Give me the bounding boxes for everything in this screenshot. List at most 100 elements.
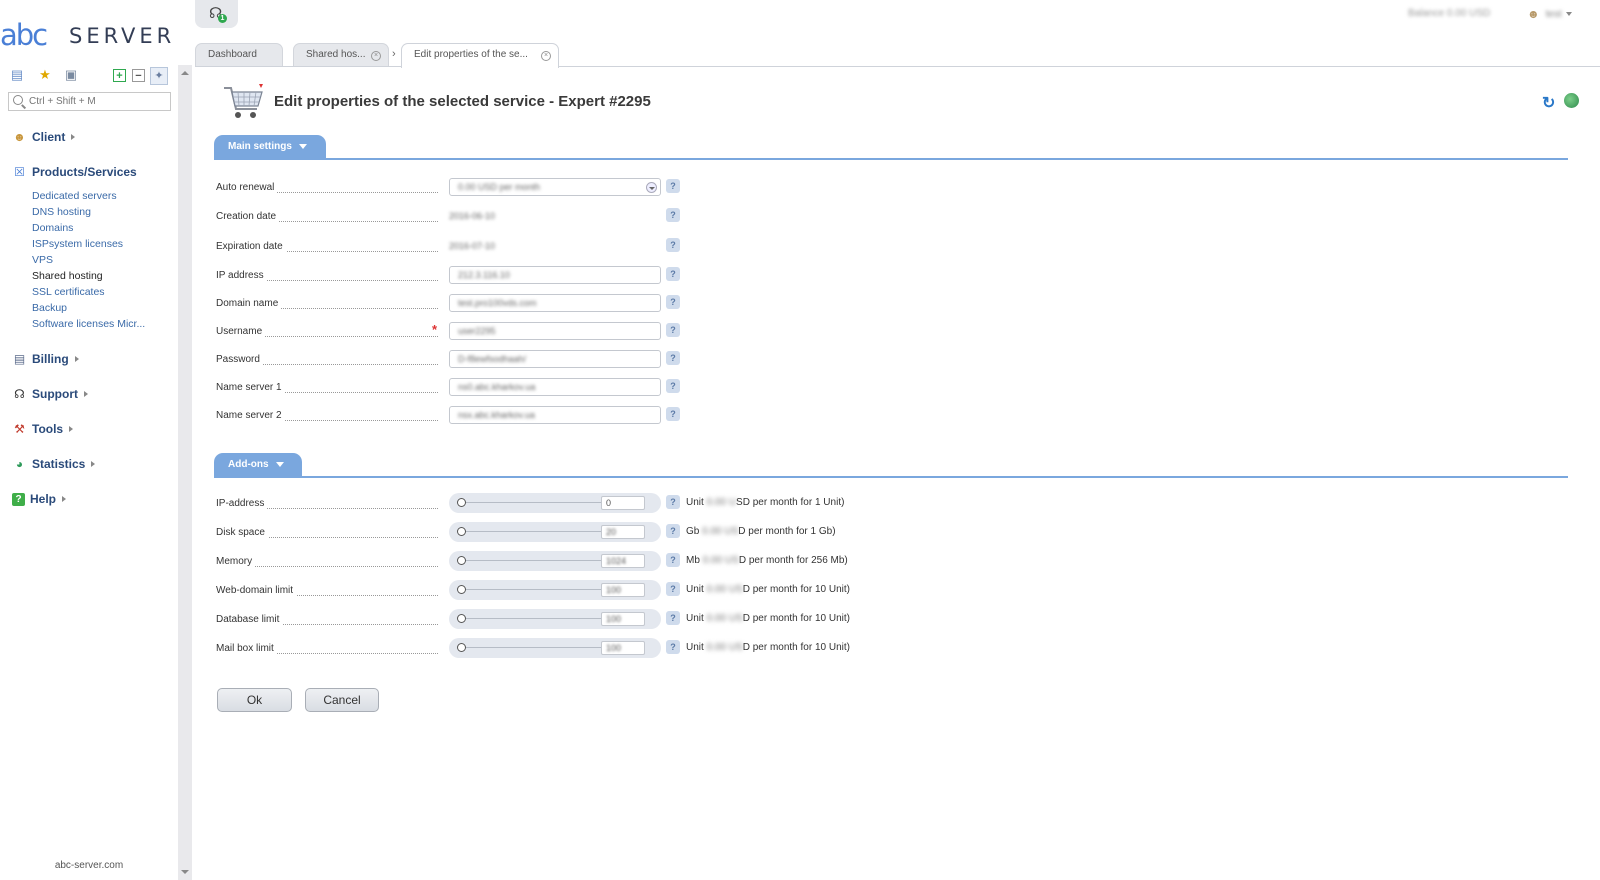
username-input[interactable]: user2295 (449, 322, 661, 340)
input-value: ns0.abc.kharkov.ua (458, 382, 536, 392)
sidebar-group-tools[interactable]: ⚒ Tools (12, 420, 74, 438)
help-button[interactable]: ? (666, 351, 680, 365)
notifications-button[interactable]: ☊ 1 (195, 0, 238, 28)
sidebar-item-domains[interactable]: Domains (32, 221, 73, 235)
disk-space-quantity-input[interactable]: 20 (601, 525, 645, 539)
user-menu[interactable]: ☻ test (1527, 6, 1572, 22)
favorites-star-icon[interactable]: ★ (37, 67, 53, 83)
tab-separator-chevron-icon: › (392, 48, 396, 60)
creation-date-value: 2016-06-10 (449, 211, 496, 221)
scroll-down-icon[interactable] (181, 870, 189, 874)
cancel-button[interactable]: Cancel (305, 688, 379, 712)
password-input[interactable]: D-f8ewfsodhaah/ (449, 350, 661, 368)
globe-icon[interactable] (1564, 93, 1579, 108)
help-button[interactable]: ? (666, 295, 680, 309)
help-button[interactable]: ? (666, 582, 680, 596)
chevron-down-icon (298, 143, 307, 149)
sidebar-group-support[interactable]: ☊ Support (12, 385, 88, 403)
mail-box-limit-quantity-input[interactable]: 100 (601, 641, 645, 655)
sidebar-group-help[interactable]: ? Help (12, 490, 67, 508)
ip-address-quantity-input[interactable]: 0 (601, 496, 645, 510)
help-button[interactable]: ? (666, 267, 680, 281)
expiration-date-value: 2016-07-10 (449, 241, 496, 251)
desc-hidden-price: 0.00 US (706, 584, 743, 595)
tab-close-icon[interactable]: × (541, 51, 551, 61)
memory-quantity-input[interactable]: 1024 (601, 554, 645, 568)
help-button[interactable]: ? (666, 379, 680, 393)
pin-icon[interactable]: ✦ (150, 67, 168, 85)
field-auto-renewal: Auto renewal 0.00 USD per month ? (216, 178, 916, 198)
help-button[interactable]: ? (666, 179, 680, 193)
auto-renewal-select[interactable]: 0.00 USD per month (449, 178, 661, 196)
sidebar-group-billing[interactable]: ▤ Billing (12, 350, 79, 368)
addon-database-limit: Database limit 100 ? Unit 0.00 USD per m… (216, 609, 916, 630)
quantity-value: 1024 (606, 556, 627, 566)
help-button[interactable]: ? (666, 238, 680, 252)
tree-view-icon[interactable]: ▤ (9, 67, 25, 83)
sidebar-item-shared-hosting[interactable]: Shared hosting (32, 269, 103, 283)
sidebar-item-dedicated-servers[interactable]: Dedicated servers (32, 189, 117, 203)
tab-dashboard[interactable]: Dashboard (195, 43, 283, 67)
name-server-2-input[interactable]: nsx.abc.kharkov.ua (449, 406, 661, 424)
desc-prefix: Mb (686, 555, 700, 566)
sidebar-item-ispsystem-licenses[interactable]: ISPsystem licenses (32, 237, 123, 251)
sidebar-item-software-licenses[interactable]: Software licenses Micr... (32, 317, 145, 331)
sidebar-group-products[interactable]: ☒ Products/Services (12, 163, 137, 181)
brand-logo[interactable]: abc SERVER (0, 20, 178, 52)
sidebar-item-backup[interactable]: Backup (32, 301, 67, 315)
name-server-1-input[interactable]: ns0.abc.kharkov.ua (449, 378, 661, 396)
scroll-up-icon[interactable] (181, 71, 189, 75)
menu-search[interactable] (8, 92, 171, 111)
tab-close-icon[interactable]: × (371, 51, 381, 61)
web-domain-limit-quantity-input[interactable]: 100 (601, 583, 645, 597)
help-button[interactable]: ? (666, 524, 680, 538)
slider-handle[interactable] (457, 585, 466, 594)
help-button[interactable]: ? (666, 640, 680, 654)
desc-suffix: D per month for 10 Unit) (742, 613, 850, 624)
help-button[interactable]: ? (666, 611, 680, 625)
collapse-all-icon[interactable]: − (132, 69, 145, 82)
main-settings-toggle[interactable]: Main settings (214, 135, 326, 159)
tab-edit-properties[interactable]: Edit properties of the se... × (401, 43, 559, 68)
mail-box-limit-slider[interactable]: 100 (449, 638, 661, 658)
field-label: Memory (216, 556, 256, 567)
ok-button[interactable]: Ok (217, 688, 292, 712)
web-domain-limit-slider[interactable]: 100 (449, 580, 661, 600)
sidebar-scrollbar[interactable] (178, 65, 192, 880)
slider-handle[interactable] (457, 556, 466, 565)
help-button[interactable]: ? (666, 407, 680, 421)
memory-slider[interactable]: 1024 (449, 551, 661, 571)
input-value: 212.3.116.10 (458, 270, 510, 280)
sidebar-footer-link[interactable]: abc-server.com (0, 860, 178, 871)
pie-chart-icon: ◕ (15, 457, 24, 471)
sidebar-item-dns-hosting[interactable]: DNS hosting (32, 205, 91, 219)
tab-shared-hosting[interactable]: Shared hos... × (293, 43, 389, 67)
ip-address-slider[interactable]: 0 (449, 493, 661, 513)
help-button[interactable]: ? (666, 495, 680, 509)
slider-handle[interactable] (457, 614, 466, 623)
menu-search-input[interactable] (29, 94, 169, 109)
balance-info[interactable]: Balance 0.00 USD (1408, 8, 1490, 19)
sidebar-group-client[interactable]: ☻ Client (12, 128, 76, 146)
help-button[interactable]: ? (666, 323, 680, 337)
domain-name-input[interactable]: test.pro100vds.com (449, 294, 661, 312)
ip-address-input[interactable]: 212.3.116.10 (449, 266, 661, 284)
sidebar-item-vps[interactable]: VPS (32, 253, 53, 267)
page-title: Edit properties of the selected service … (274, 93, 651, 110)
sidebar-item-ssl-certificates[interactable]: SSL certificates (32, 285, 105, 299)
help-button[interactable]: ? (666, 208, 680, 222)
refresh-icon[interactable]: ↻ (1542, 93, 1555, 113)
expand-all-icon[interactable]: + (113, 69, 126, 82)
briefcase-icon[interactable]: ▣ (63, 67, 79, 83)
addon-price-description: Unit 0.00 USD per month for 10 Unit) (686, 584, 850, 595)
slider-handle[interactable] (457, 643, 466, 652)
field-label: Domain name (216, 298, 282, 309)
database-limit-quantity-input[interactable]: 100 (601, 612, 645, 626)
slider-handle[interactable] (457, 527, 466, 536)
database-limit-slider[interactable]: 100 (449, 609, 661, 629)
slider-handle[interactable] (457, 498, 466, 507)
addons-toggle[interactable]: Add-ons (214, 453, 302, 477)
disk-space-slider[interactable]: 20 (449, 522, 661, 542)
help-button[interactable]: ? (666, 553, 680, 567)
sidebar-group-statistics[interactable]: ◕ Statistics (12, 455, 96, 473)
